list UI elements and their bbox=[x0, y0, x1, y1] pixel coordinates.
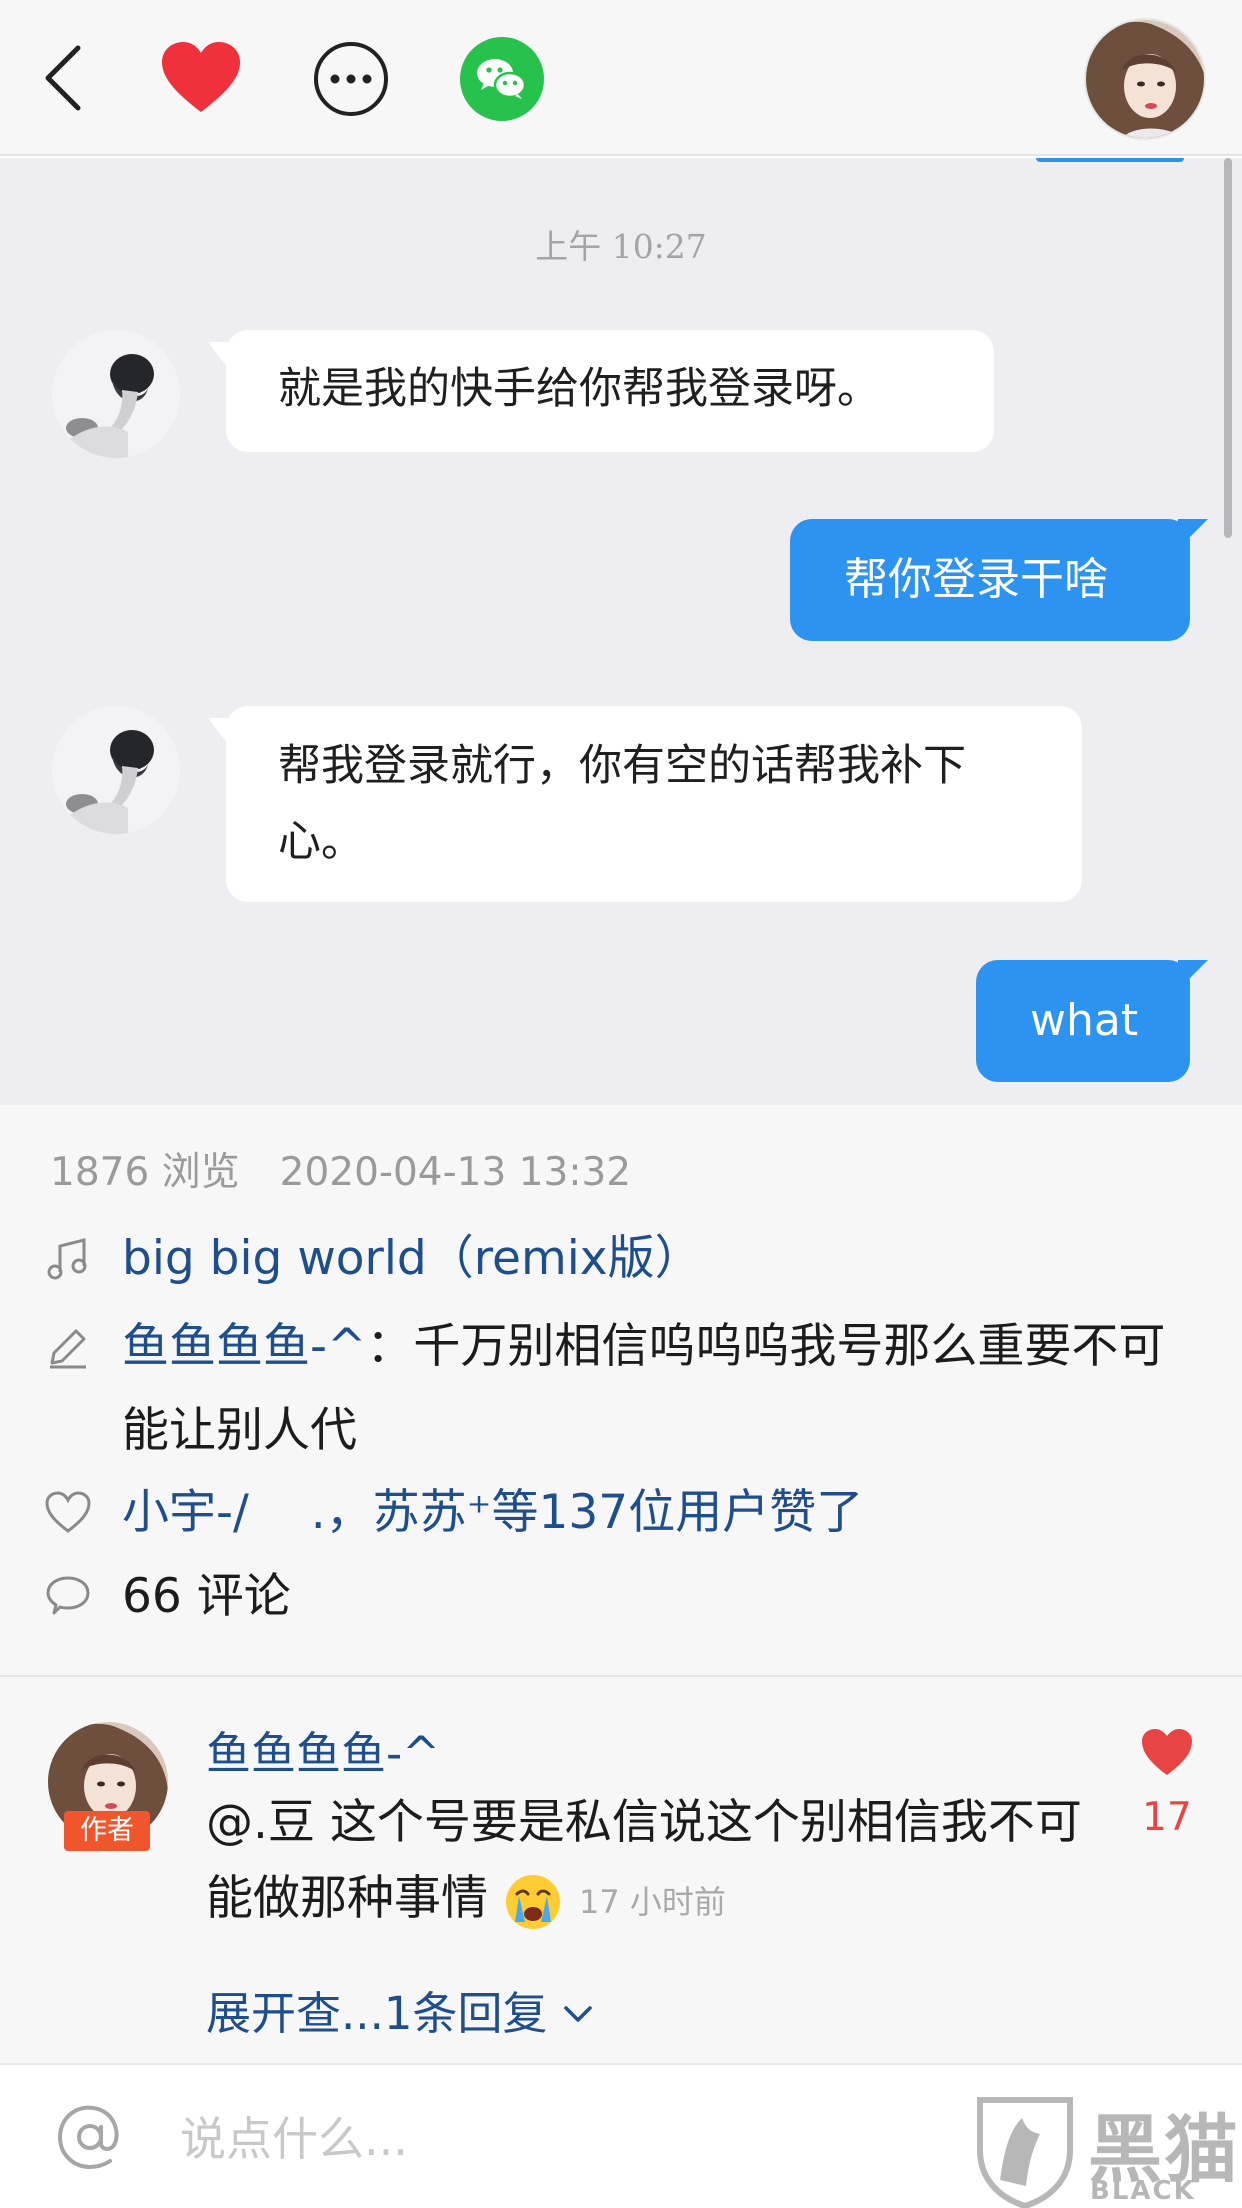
comment-item: 作者 鱼鱼鱼鱼-^ @.豆 这个号要是私信说这个别相信我不可能做那种事情 17 … bbox=[0, 1677, 1242, 2063]
author-badge: 作者 bbox=[64, 1811, 150, 1851]
post-meta: 1876 浏览 2020-04-13 13:32 big big world（re… bbox=[0, 1105, 1242, 1675]
message-text: 帮你登录干啥 bbox=[844, 554, 1108, 605]
comment-body: @.豆 这个号要是私信说这个别相信我不可能做那种事情 17 小时前 bbox=[206, 1785, 1086, 1940]
message-bubble-outgoing: 帮你登录干啥 bbox=[790, 519, 1208, 641]
more-options-icon[interactable] bbox=[312, 40, 390, 118]
contact-avatar bbox=[52, 706, 180, 834]
message-bubble-incoming: 帮我登录就行，你有空的话帮我补下心。 bbox=[208, 706, 1082, 902]
comment-like-count: 17 bbox=[1142, 1795, 1192, 1840]
watermark-subtitle: BLACK CAT bbox=[1090, 2176, 1196, 2208]
message-bubble-outgoing: what bbox=[976, 960, 1208, 1082]
back-icon[interactable] bbox=[38, 40, 98, 116]
message-bubble-incoming: 就是我的快手给你帮我登录呀。 bbox=[208, 330, 994, 452]
expand-replies-label: 展开查...1条回复 bbox=[206, 1987, 548, 2040]
comment-time: 17 小时前 bbox=[578, 1882, 726, 1921]
view-count: 1876 浏览 bbox=[50, 1150, 240, 1195]
crying-face-icon bbox=[503, 1872, 563, 1932]
likes-summary[interactable]: 小宇-/ .，苏苏⁺等137位用户赞了 bbox=[122, 1471, 1202, 1555]
heart-icon[interactable] bbox=[160, 40, 242, 116]
post-date: 2020-04-13 13:32 bbox=[279, 1150, 632, 1195]
chat-screenshot: 上午 10:27 就是我的快手给你帮我登录呀。 帮你登录干啥 帮我登录就行，你有… bbox=[0, 158, 1242, 1105]
message-text: what bbox=[1030, 995, 1139, 1046]
author-link[interactable]: 鱼鱼鱼鱼-^ bbox=[122, 1319, 366, 1374]
comment-count[interactable]: 66 评论 bbox=[122, 1555, 1202, 1639]
music-note-icon bbox=[44, 1236, 92, 1284]
comment-input[interactable] bbox=[180, 2109, 880, 2169]
wechat-share-icon[interactable] bbox=[460, 37, 544, 121]
shield-cat-icon bbox=[977, 2097, 1073, 2208]
black-cat-watermark: 黑猫 BLACK CAT bbox=[970, 2090, 1242, 2208]
likes-count-text[interactable]: 等137位用户赞了 bbox=[491, 1485, 863, 1540]
comment-bubble-icon bbox=[44, 1573, 92, 1621]
post-caption: 鱼鱼鱼鱼-^：千万别相信呜呜呜我号那么重要不可能让别人代 bbox=[122, 1305, 1202, 1473]
expand-replies-button[interactable]: 展开查...1条回复 bbox=[206, 1977, 594, 2042]
user-avatar[interactable] bbox=[1084, 18, 1206, 140]
heart-outline-icon bbox=[44, 1489, 92, 1537]
at-mention-icon[interactable] bbox=[56, 2103, 124, 2171]
top-navigation-bar bbox=[0, 0, 1242, 156]
liker-names[interactable]: 小宇-/ .，苏苏⁺ bbox=[122, 1485, 491, 1540]
post-stats: 1876 浏览 2020-04-13 13:32 bbox=[50, 1141, 1242, 1197]
music-link[interactable]: big big world（remix版） bbox=[122, 1217, 1202, 1301]
chevron-down-icon bbox=[562, 1983, 594, 2036]
edit-pencil-icon bbox=[44, 1323, 92, 1371]
contact-avatar bbox=[52, 330, 180, 458]
comment-like-icon[interactable] bbox=[1140, 1727, 1194, 1777]
chat-timestamp: 上午 10:27 bbox=[535, 227, 707, 266]
commenter-name[interactable]: 鱼鱼鱼鱼-^ bbox=[206, 1717, 440, 1782]
chat-scrollbar bbox=[1224, 158, 1232, 538]
previous-message-bubble bbox=[1036, 158, 1184, 162]
